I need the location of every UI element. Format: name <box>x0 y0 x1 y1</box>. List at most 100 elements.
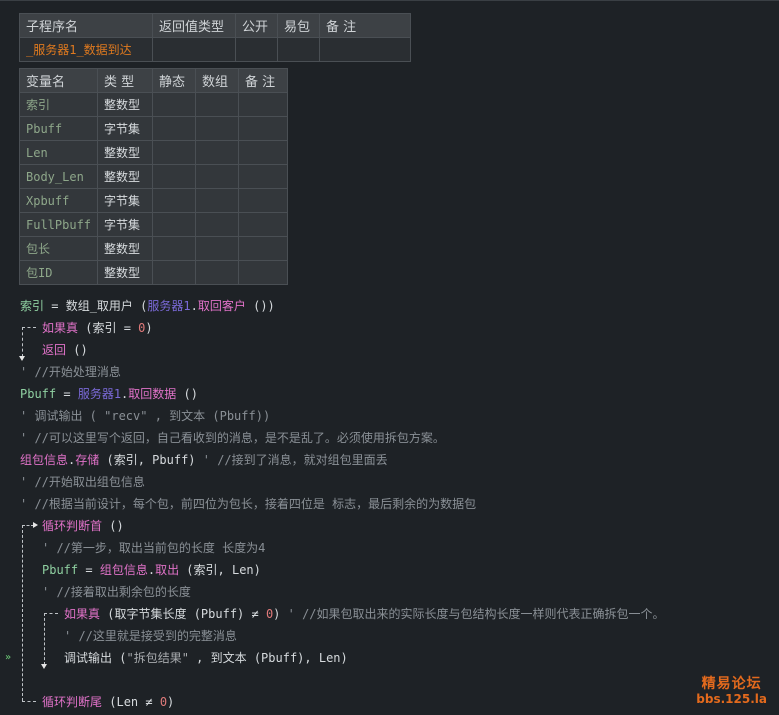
comment-line[interactable]: ' //开始处理消息 <box>20 363 121 381</box>
variable-type-cell[interactable]: 整数型 <box>97 260 154 285</box>
code-token: ()) <box>245 299 275 313</box>
variable-row[interactable]: 索引 整数型 <box>18 92 289 117</box>
variable-row[interactable]: 包ID 整数型 <box>18 260 289 285</box>
comment-line[interactable]: ' //开始取出组包信息 <box>20 473 145 491</box>
code-token: 如果真 <box>42 321 79 335</box>
variable-name-cell[interactable]: Body_Len <box>18 164 99 189</box>
array-cell[interactable] <box>195 260 240 285</box>
variable-type-cell[interactable]: 整数型 <box>97 140 154 165</box>
code-token: 索引 <box>20 299 45 313</box>
public-cell[interactable] <box>235 37 278 62</box>
variable-name-cell[interactable]: Len <box>18 140 99 165</box>
comment-line[interactable]: ' //第一步，取出当前包的长度 长度为4 <box>42 539 265 557</box>
code-token: 取回数据 <box>128 387 177 401</box>
variable-table: 变量名 类 型 静态 数组 备 注 索引 整数型 Pbuff 字节集 Len 整数型 … <box>18 68 289 285</box>
static-cell[interactable] <box>152 188 197 213</box>
header-easy-package: 易包 <box>277 13 320 38</box>
comment-line[interactable]: ' //可以这里写个返回，自己看收到的消息，是不是乱了。必须使用拆包方案。 <box>20 429 445 447</box>
code-token: "拆包结果" <box>126 651 189 665</box>
code-token: 返回 <box>42 343 67 357</box>
arrow-down-icon <box>41 664 47 669</box>
variable-name-cell[interactable]: 索引 <box>18 92 99 117</box>
static-cell[interactable] <box>152 236 197 261</box>
comment-line[interactable]: ' //根据当前设计，每个包，前四位为包长，接着四位是 标志，最后剩余的为数据包 <box>20 495 476 513</box>
variable-type-cell[interactable]: 字节集 <box>97 116 154 141</box>
code-line[interactable]: 索引 = 数组_取用户 (服务器1.取回客户 ()) <box>20 297 275 315</box>
var-remark-cell[interactable] <box>238 164 289 189</box>
subroutine-table-header: 子程序名 返回值类型 公开 易包 备 注 <box>19 13 411 38</box>
code-token: () <box>176 387 198 401</box>
code-line[interactable]: 循环判断首 () <box>42 517 124 535</box>
variable-type-cell[interactable]: 字节集 <box>97 212 154 237</box>
subroutine-row[interactable]: _服务器1_数据到达 <box>19 37 411 62</box>
array-cell[interactable] <box>195 140 240 165</box>
var-remark-cell[interactable] <box>238 116 289 141</box>
static-cell[interactable] <box>152 260 197 285</box>
variable-name-cell[interactable]: FullPbuff <box>18 212 99 237</box>
variable-row[interactable]: Pbuff 字节集 <box>18 116 289 141</box>
variable-name-cell[interactable]: Xpbuff <box>18 188 99 213</box>
code-token: Pbuff <box>42 563 79 577</box>
variable-name-cell[interactable]: Pbuff <box>18 116 99 141</box>
remark-cell[interactable] <box>319 37 411 62</box>
subroutine-name-cell[interactable]: _服务器1_数据到达 <box>19 37 153 62</box>
code-token: 0 <box>159 695 168 709</box>
code-token: 组包信息 <box>20 453 69 467</box>
variable-row[interactable]: Xpbuff 字节集 <box>18 188 289 213</box>
current-line-marker-icon[interactable]: » <box>5 652 11 663</box>
loop-flow-bottom <box>22 701 36 702</box>
code-line[interactable]: 组包信息.存储 (索引, Pbuff) ' //接到了消息，就对组包里面丢 <box>20 451 388 469</box>
array-cell[interactable] <box>195 92 240 117</box>
variable-type-cell[interactable]: 整数型 <box>97 236 154 261</box>
comment-line[interactable]: ' 调试输出 ( "recv" , 到文本 (Pbuff)) <box>20 407 270 425</box>
var-remark-cell[interactable] <box>238 236 289 261</box>
header-array: 数组 <box>195 68 240 93</box>
variable-row[interactable]: Len 整数型 <box>18 140 289 165</box>
variable-type-cell[interactable]: 整数型 <box>97 164 154 189</box>
variable-name-cell[interactable]: 包ID <box>18 260 99 285</box>
code-token: 取出 <box>155 563 180 577</box>
array-cell[interactable] <box>195 212 240 237</box>
static-cell[interactable] <box>152 116 197 141</box>
code-token: . <box>147 563 156 577</box>
array-cell[interactable] <box>195 164 240 189</box>
variable-type-cell[interactable]: 整数型 <box>97 92 154 117</box>
return-type-cell[interactable] <box>152 37 236 62</box>
array-cell[interactable] <box>195 188 240 213</box>
if-flow-line <box>22 327 23 357</box>
code-token: 循环判断首 <box>42 519 103 533</box>
comment-line[interactable]: ' //这里就是接受到的完整消息 <box>64 627 237 645</box>
array-cell[interactable] <box>195 116 240 141</box>
array-cell[interactable] <box>195 236 240 261</box>
header-public: 公开 <box>235 13 278 38</box>
code-token: = <box>44 299 66 313</box>
subroutine-table: 子程序名 返回值类型 公开 易包 备 注 _服务器1_数据到达 <box>19 13 411 62</box>
variable-type-cell[interactable]: 字节集 <box>97 188 154 213</box>
static-cell[interactable] <box>152 212 197 237</box>
easy-package-cell[interactable] <box>277 37 320 62</box>
static-cell[interactable] <box>152 92 197 117</box>
var-remark-cell[interactable] <box>238 260 289 285</box>
variable-row[interactable]: Body_Len 整数型 <box>18 164 289 189</box>
code-token: 服务器1 <box>77 387 122 401</box>
code-line[interactable]: 调试输出 ("拆包结果" , 到文本 (Pbuff), Len) <box>64 649 348 667</box>
code-line[interactable]: 如果真 (取字节集长度 (Pbuff) ≠ 0) ' //如果包取出来的实际长度… <box>64 605 665 623</box>
code-line[interactable]: 循环判断尾 (Len ≠ 0) <box>42 693 174 711</box>
variable-row[interactable]: FullPbuff 字节集 <box>18 212 289 237</box>
static-cell[interactable] <box>152 164 197 189</box>
comment-line[interactable]: ' //接着取出剩余包的长度 <box>42 583 191 601</box>
code-token: , 到文本 (Pbuff), Len) <box>188 651 348 665</box>
code-line[interactable]: 如果真 (索引 = 0) <box>42 319 153 337</box>
variable-row[interactable]: 包长 整数型 <box>18 236 289 261</box>
var-remark-cell[interactable] <box>238 92 289 117</box>
var-remark-cell[interactable] <box>238 188 289 213</box>
var-remark-cell[interactable] <box>238 140 289 165</box>
code-line[interactable]: Pbuff = 服务器1.取回数据 () <box>20 385 198 403</box>
static-cell[interactable] <box>152 140 197 165</box>
code-line[interactable]: 返回 () <box>42 341 88 359</box>
code-token: 组包信息 <box>99 563 148 577</box>
variable-name-cell[interactable]: 包长 <box>18 236 99 261</box>
var-remark-cell[interactable] <box>238 212 289 237</box>
code-line[interactable]: Pbuff = 组包信息.取出 (索引, Len) <box>42 561 261 579</box>
code-token: ) <box>145 321 153 335</box>
